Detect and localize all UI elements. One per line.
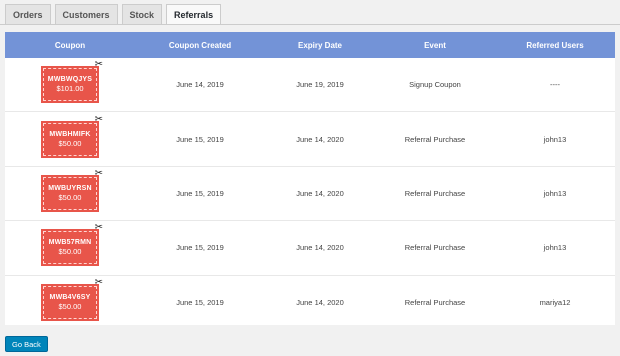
- referred-user: john13: [543, 134, 567, 144]
- coupon-created: June 15, 2019: [176, 297, 224, 307]
- coupon-badge: MWB4V6SY $50.00 ✂: [41, 277, 103, 321]
- coupon-code: MWB57RMN: [48, 239, 92, 247]
- table-row: MWBWQJYS $101.00 ✂ June 14, 2019 June 19…: [5, 58, 615, 113]
- coupon-code: MWBUYRSN: [48, 184, 92, 192]
- coupon-created: June 14, 2019: [176, 80, 224, 90]
- header-referred-users: Referred Users: [526, 40, 584, 50]
- event: Signup Coupon: [409, 80, 461, 90]
- expiry-date: June 14, 2020: [296, 243, 344, 253]
- header-expiry-date: Expiry Date: [297, 40, 343, 50]
- coupon-amount: $50.00: [58, 301, 82, 311]
- event: Referral Purchase: [404, 297, 466, 307]
- table-row: MWBUYRSN $50.00 ✂ June 15, 2019 June 14,…: [5, 167, 615, 222]
- table-row: MWB57RMN $50.00 ✂ June 15, 2019 June 14,…: [5, 221, 615, 276]
- coupon-badge: MWBUYRSN $50.00 ✂: [41, 168, 103, 212]
- coupon-body: MWBHMIFK $50.00: [43, 122, 97, 156]
- coupon-code: MWBWQJYS: [47, 76, 93, 84]
- tab-divider: [0, 24, 620, 25]
- scissors-icon: ✂: [94, 276, 103, 288]
- coupon-created: June 15, 2019: [176, 243, 224, 253]
- expiry-date: June 19, 2019: [296, 80, 344, 90]
- coupon-body: MWBUYRSN $50.00: [43, 176, 97, 210]
- scissors-icon: ✂: [94, 59, 103, 71]
- coupon-badge: MWB57RMN $50.00 ✂: [41, 223, 103, 267]
- header-event: Event: [424, 40, 446, 50]
- referred-user: ----: [550, 80, 560, 90]
- referred-user: mariya12: [539, 297, 571, 307]
- coupon-amount: $101.00: [56, 84, 84, 94]
- expiry-date: June 14, 2020: [296, 134, 344, 144]
- tab-stock[interactable]: Stock: [121, 4, 163, 24]
- scissors-icon: ✂: [94, 222, 103, 234]
- coupon-amount: $50.00: [58, 192, 82, 202]
- coupon-badge: MWBHMIFK $50.00 ✂: [41, 114, 103, 158]
- tab-orders[interactable]: Orders: [5, 4, 51, 24]
- expiry-date: June 14, 2020: [296, 188, 344, 198]
- table-header: Coupon Coupon Created Expiry Date Event …: [5, 32, 615, 58]
- tab-bar: Orders Customers Stock Referrals: [5, 4, 222, 25]
- header-coupon: Coupon: [54, 40, 86, 50]
- table-body: MWBWQJYS $101.00 ✂ June 14, 2019 June 19…: [5, 58, 615, 329]
- coupon-amount: $50.00: [58, 247, 82, 257]
- referrals-table: Coupon Coupon Created Expiry Date Event …: [5, 32, 615, 325]
- referred-user: john13: [543, 188, 567, 198]
- coupon-amount: $50.00: [58, 138, 82, 148]
- coupon-body: MWB4V6SY $50.00: [43, 285, 97, 319]
- coupon-code: MWBHMIFK: [49, 130, 91, 138]
- coupon-code: MWB4V6SY: [49, 293, 91, 301]
- coupon-cell: MWBWQJYS $101.00 ✂: [5, 60, 135, 104]
- scissors-icon: ✂: [94, 113, 103, 125]
- coupon-body: MWB57RMN $50.00: [43, 231, 97, 265]
- tab-referrals[interactable]: Referrals: [166, 4, 222, 25]
- event: Referral Purchase: [404, 134, 466, 144]
- referred-user: john13: [543, 243, 567, 253]
- coupon-created: June 15, 2019: [176, 134, 224, 144]
- coupon-cell: MWBUYRSN $50.00 ✂: [5, 168, 135, 212]
- coupon-body: MWBWQJYS $101.00: [43, 68, 97, 102]
- coupon-badge: MWBWQJYS $101.00 ✂: [41, 60, 103, 104]
- coupon-cell: MWBHMIFK $50.00 ✂: [5, 114, 135, 158]
- table-row: MWB4V6SY $50.00 ✂ June 15, 2019 June 14,…: [5, 276, 615, 329]
- header-coupon-created: Coupon Created: [168, 40, 232, 50]
- table-row: MWBHMIFK $50.00 ✂ June 15, 2019 June 14,…: [5, 112, 615, 167]
- event: Referral Purchase: [404, 188, 466, 198]
- expiry-date: June 14, 2020: [296, 297, 344, 307]
- tab-customers[interactable]: Customers: [54, 4, 118, 24]
- scissors-icon: ✂: [94, 167, 103, 179]
- go-back-button[interactable]: Go Back: [5, 336, 48, 352]
- event: Referral Purchase: [404, 243, 466, 253]
- coupon-cell: MWB57RMN $50.00 ✂: [5, 223, 135, 267]
- coupon-cell: MWB4V6SY $50.00 ✂: [5, 277, 135, 321]
- coupon-created: June 15, 2019: [176, 188, 224, 198]
